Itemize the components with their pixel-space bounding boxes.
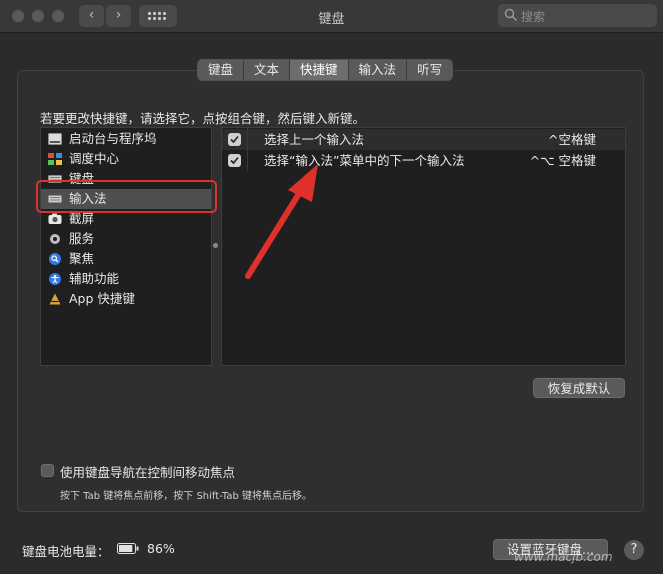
tab-dictation[interactable]: 听写: [407, 60, 453, 80]
search-placeholder: 搜索: [521, 10, 546, 24]
checkmark-icon: [230, 135, 239, 144]
category-launchpad-dock[interactable]: 启动台与程序坞: [41, 129, 211, 149]
gear-icon: [50, 234, 60, 244]
launchpad-dock-icon: [48, 133, 62, 145]
category-list: 启动台与程序坞 调度中心 键盘 输入法 截屏 服务 聚焦 辅助功能 App 快捷…: [40, 127, 212, 366]
help-button[interactable]: ?: [624, 540, 644, 560]
restore-defaults-button[interactable]: 恢复成默认: [533, 378, 625, 398]
keyboard-navigation-hint: 按下 Tab 键将焦点前移，按下 Shift-Tab 键将焦点后移。: [60, 491, 312, 502]
battery-percent: 86%: [147, 541, 175, 556]
keyboard-navigation-checkbox[interactable]: [41, 464, 54, 477]
category-accessibility[interactable]: 辅助功能: [41, 269, 211, 289]
shortcut-keys[interactable]: ^空格键: [548, 129, 596, 150]
annotation-arrow: [245, 164, 318, 279]
battery-icon: [117, 543, 139, 554]
shortcut-enable-checkbox[interactable]: [228, 133, 241, 146]
screenshot-icon: [48, 213, 62, 224]
tab-keyboard[interactable]: 键盘: [198, 60, 245, 80]
shortcut-label: 选择上一个输入法: [264, 132, 365, 147]
table-row[interactable]: 选择上一个输入法 ^空格键: [222, 129, 625, 150]
category-mission-control[interactable]: 调度中心: [41, 149, 211, 169]
category-app-shortcuts[interactable]: App 快捷键: [41, 289, 211, 309]
search-icon: [504, 8, 518, 22]
split-view-handle[interactable]: [213, 243, 218, 248]
tab-shortcuts[interactable]: 快捷键: [290, 60, 349, 80]
instruction-text: 若要更改快捷键，请选择它，点按组合键，然后键入新键。: [40, 111, 366, 126]
tab-input-sources[interactable]: 输入法: [348, 60, 408, 80]
category-services[interactable]: 服务: [41, 229, 211, 249]
tab-bar: 键盘 文本 快捷键 输入法 听写: [197, 59, 454, 81]
tab-text[interactable]: 文本: [244, 60, 291, 80]
search-field[interactable]: 搜索: [498, 4, 657, 27]
mission-control-icon: [48, 153, 62, 165]
category-spotlight[interactable]: 聚焦: [41, 249, 211, 269]
app-store-icon: [49, 293, 61, 305]
battery-level-fill: [119, 545, 133, 552]
highlight-annotation-box: [36, 180, 217, 213]
watermark-text: www.macjb.com: [514, 550, 613, 564]
spotlight-icon: [49, 253, 61, 265]
keyboard-navigation-label[interactable]: 使用键盘导航在控制间移动焦点: [60, 462, 235, 481]
accessibility-icon: [49, 273, 61, 285]
shortcut-keys[interactable]: ^⌥ 空格键: [530, 150, 596, 171]
battery-label: 键盘电池电量：: [22, 544, 110, 559]
